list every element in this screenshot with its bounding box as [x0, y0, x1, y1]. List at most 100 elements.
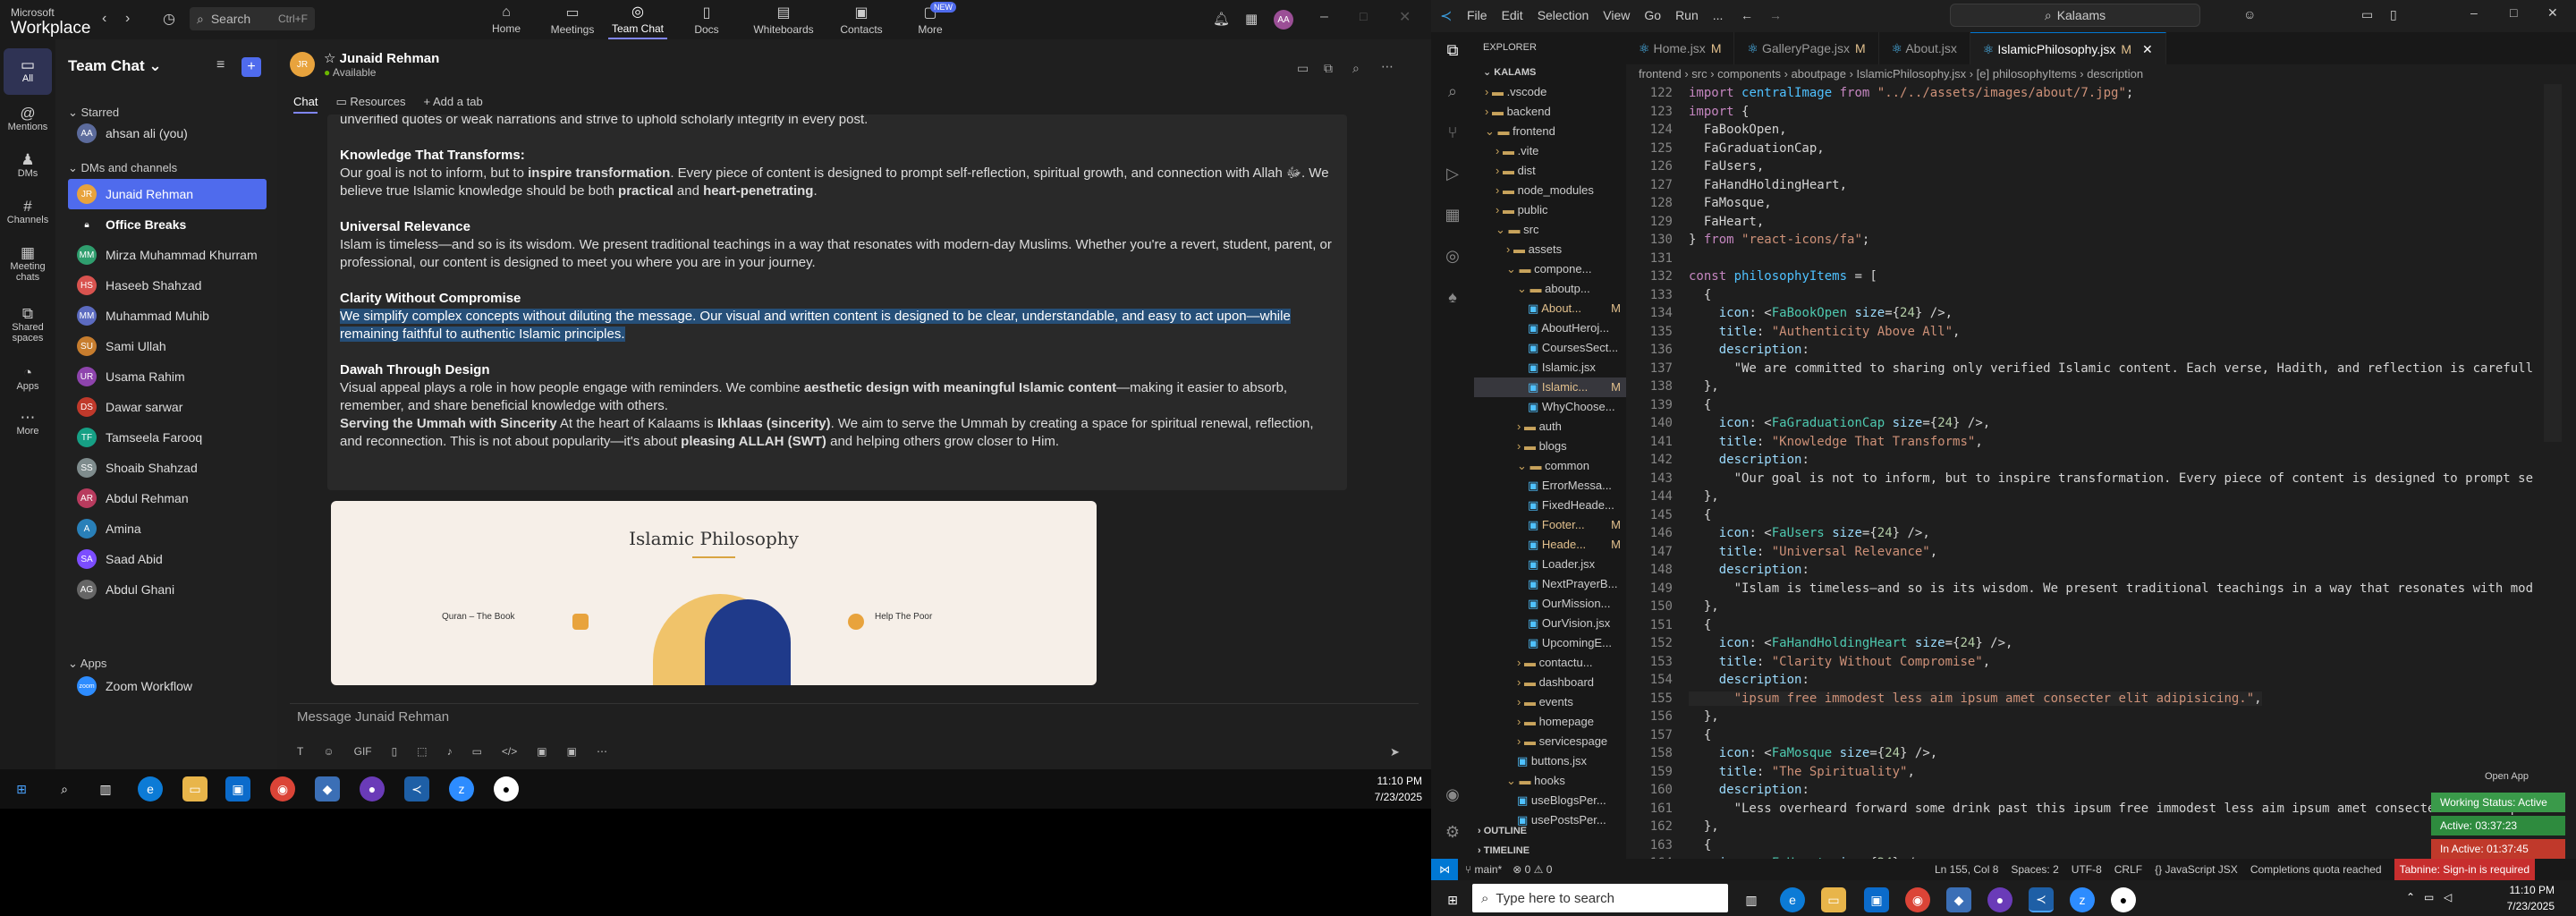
search-icon[interactable]: ⌕	[52, 776, 77, 802]
back-icon[interactable]: ‹	[102, 11, 106, 27]
zoom-icon[interactable]: z	[2070, 887, 2095, 912]
list-item[interactable]: SA Saad Abid	[68, 544, 267, 574]
image-attachment[interactable]: Islamic Philosophy Quran – The Book Help…	[331, 501, 1097, 685]
code-line[interactable]: {	[1689, 728, 1711, 742]
tree-folder[interactable]: › ▬ events	[1474, 692, 1626, 712]
explorer-icon[interactable]: ⧉	[1442, 41, 1463, 63]
tree-file[interactable]: ▣ UpcomingE...	[1474, 633, 1626, 653]
code-line[interactable]: {	[1689, 618, 1711, 632]
share-icon[interactable]: ⧉	[1324, 61, 1333, 76]
code-line[interactable]: "ipsum free immodest less aim ipsum amet…	[1689, 691, 2262, 706]
menu-edit[interactable]: Edit	[1502, 8, 1523, 22]
tab-resources[interactable]: ▭ Resources	[335, 95, 405, 114]
nav-team-chat[interactable]: ◎ Team Chat	[608, 0, 667, 39]
tree-folder[interactable]: › ▬ .vite	[1474, 141, 1626, 161]
screenshot-icon[interactable]: ⬚	[417, 745, 427, 758]
new-chat-button[interactable]: +	[242, 57, 261, 77]
mic-icon[interactable]: ♪	[447, 745, 453, 758]
working-status-badge[interactable]: Working Status: Active	[2431, 793, 2565, 812]
github-icon[interactable]: ●	[360, 776, 385, 802]
calendar-icon[interactable]: ▦	[1245, 11, 1258, 27]
code-line[interactable]: title: "Universal Relevance",	[1689, 545, 1937, 559]
rail-all[interactable]: ▭ All	[4, 48, 52, 95]
code-line[interactable]: "Less overheard forward some drink past …	[1689, 802, 2533, 816]
code-line[interactable]: icon: <FaGraduationCap size={24} />,	[1689, 416, 1990, 430]
store-icon[interactable]: ▣	[225, 776, 250, 802]
search-in-chat-icon[interactable]: ⌕	[1352, 61, 1360, 76]
source-control-icon[interactable]: ⑂	[1442, 123, 1463, 145]
vscode-icon[interactable]: ≺	[2029, 887, 2054, 912]
tree-folder[interactable]: ⌄ ▬ common	[1474, 456, 1626, 476]
search-icon[interactable]: ⌕	[1442, 82, 1463, 104]
tab-chat[interactable]: Chat	[293, 95, 318, 114]
more-icon[interactable]: ⋯	[597, 745, 607, 758]
tree-file[interactable]: ▣ Heade... M	[1474, 535, 1626, 555]
code-line[interactable]: {	[1689, 288, 1711, 302]
user-avatar[interactable]: AA	[1274, 10, 1293, 30]
code-line[interactable]: },	[1689, 599, 1719, 614]
command-center[interactable]: ⌕ Kalaams	[1950, 4, 2200, 27]
taskbar-search[interactable]: ⌕ Type here to search	[1472, 884, 1728, 912]
tree-folder[interactable]: ⌄ ▬ hooks	[1474, 771, 1626, 791]
tree-file[interactable]: ▣ About... M	[1474, 299, 1626, 318]
code-line[interactable]: },	[1689, 489, 1719, 504]
task-view-icon[interactable]: ▥	[93, 776, 118, 802]
bell-icon[interactable]: 🔔︎	[1213, 11, 1230, 27]
tree-folder[interactable]: ⌄ ▬ src	[1474, 220, 1626, 240]
rail-shared-spaces[interactable]: ⧉ Shared spaces	[4, 299, 52, 352]
code-line[interactable]: import centralImage from "../../assets/i…	[1689, 86, 2133, 100]
line-ending[interactable]: CRLF	[2114, 863, 2142, 876]
search-box[interactable]: ⌕ Search Ctrl+F	[190, 7, 315, 30]
code-line[interactable]: },	[1689, 819, 1719, 834]
tree-file[interactable]: ▣ OurVision.jsx	[1474, 614, 1626, 633]
app-icon[interactable]: ◆	[1946, 887, 1971, 912]
code-line[interactable]: import {	[1689, 105, 1749, 119]
tree-folder[interactable]: ⌄ ▬ aboutp...	[1474, 279, 1626, 299]
tree-file[interactable]: ▣ Islamic.jsx	[1474, 358, 1626, 377]
edge-icon[interactable]: e	[138, 776, 163, 802]
clock-right[interactable]: 11:10 PM 7/23/2025	[2474, 882, 2555, 914]
list-item[interactable]: DS Dawar sarwar	[68, 392, 267, 422]
nav-contacts[interactable]: ▣ Contacts	[839, 0, 884, 39]
windows-start-icon[interactable]: ⊞	[9, 776, 34, 802]
list-item[interactable]: MM Mirza Muhammad Khurram	[68, 240, 267, 270]
chat-name[interactable]: ☆ Junaid Rehman	[324, 50, 439, 66]
tree-folder[interactable]: › ▬ node_modules	[1474, 181, 1626, 200]
tree-folder[interactable]: ⌄ ▬ frontend	[1474, 122, 1626, 141]
mongo-leaf-icon[interactable]: ♠	[1442, 288, 1463, 310]
nav-home[interactable]: ⌂ Home	[488, 0, 524, 39]
code-line[interactable]: title: "Authenticity Above All",	[1689, 325, 1961, 339]
nav-forward-icon[interactable]: →	[1769, 8, 1782, 22]
minimize-icon[interactable]: –	[2470, 5, 2478, 20]
app-icon[interactable]: ▣	[537, 745, 547, 758]
code-line[interactable]: FaBookOpen,	[1689, 123, 1787, 137]
editor-tab[interactable]: ⚛ About.jsx	[1879, 32, 1970, 64]
language-mode[interactable]: {} JavaScript JSX	[2155, 863, 2238, 876]
chrome-icon[interactable]: ◉	[270, 776, 295, 802]
code-line[interactable]: FaUsers,	[1689, 159, 1764, 174]
tree-folder[interactable]: › ▬ contactu...	[1474, 653, 1626, 673]
menu-selection[interactable]: Selection	[1538, 8, 1589, 22]
format-icon[interactable]: T	[297, 745, 303, 758]
list-item[interactable]: MM Muhammad Muhib	[68, 301, 267, 331]
tree-file[interactable]: ▣ buttons.jsx	[1474, 751, 1626, 771]
list-item[interactable]: AR Abdul Rehman	[68, 483, 267, 513]
editor-tab[interactable]: ⚛ IslamicPhilosophy.jsx M ✕	[1970, 32, 2166, 64]
menu-run[interactable]: Run	[1675, 8, 1699, 22]
history-icon[interactable]: ◷	[163, 10, 175, 28]
tree-file[interactable]: ▣ useBlogsPer...	[1474, 791, 1626, 810]
maximize-icon[interactable]: □	[2510, 5, 2517, 20]
breadcrumb[interactable]: frontend › src › components › aboutpage …	[1626, 64, 2576, 84]
tree-folder[interactable]: › ▬ backend	[1474, 102, 1626, 122]
code-line[interactable]: description:	[1689, 343, 1809, 357]
list-item[interactable]: A Amina	[68, 513, 267, 544]
app-icon[interactable]: ◆	[315, 776, 340, 802]
forward-icon[interactable]: ›	[125, 11, 130, 27]
code-line[interactable]: FaHeart,	[1689, 215, 1764, 229]
tree-folder[interactable]: › ▬ .vscode	[1474, 82, 1626, 102]
chat-list-title[interactable]: Team Chat ⌄	[68, 57, 162, 75]
code-line[interactable]: "Our goal is not to inform, but to inspi…	[1689, 471, 2533, 486]
tray-chevron-icon[interactable]: ⌃	[2406, 891, 2415, 903]
app2-icon[interactable]: ▣	[567, 745, 577, 758]
tree-file[interactable]: ▣ CoursesSect...	[1474, 338, 1626, 358]
